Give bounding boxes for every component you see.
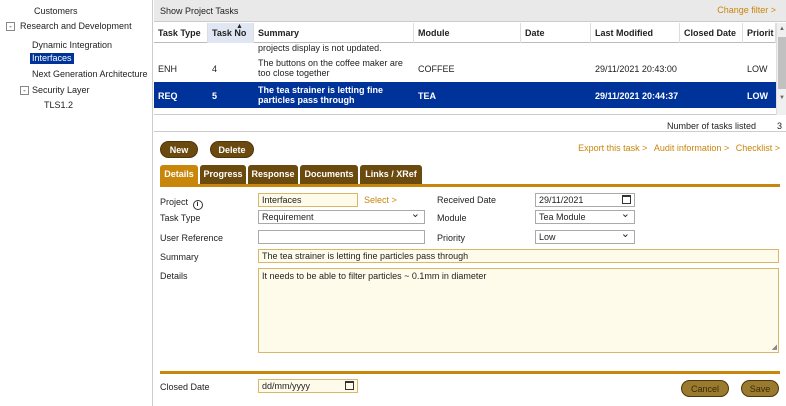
tree-item-research[interactable]: Research and Development xyxy=(20,21,132,32)
calendar-icon[interactable] xyxy=(345,381,354,390)
tree-item-interfaces[interactable]: Interfaces xyxy=(30,53,74,64)
summary-field[interactable]: The tea strainer is letting fine particl… xyxy=(258,249,779,263)
tab-documents[interactable]: Documents xyxy=(300,165,358,184)
table-row[interactable]: ENH 4 The buttons on the coffee maker ar… xyxy=(154,55,776,81)
task-links: Export this task > Audit information > C… xyxy=(574,143,780,153)
col-task-no[interactable]: ▲ Task No xyxy=(208,23,254,43)
collapse-toggle-icon[interactable]: - xyxy=(6,22,15,31)
received-date-label: Received Date xyxy=(437,195,497,205)
delete-button[interactable]: Delete xyxy=(210,141,254,158)
sort-up-icon: ▲ xyxy=(236,23,243,30)
resize-handle-icon[interactable]: ◢ xyxy=(772,343,777,351)
collapse-toggle-icon[interactable]: - xyxy=(20,86,29,95)
module-select[interactable]: Tea Module xyxy=(535,210,635,224)
new-button[interactable]: New xyxy=(160,141,198,158)
grid-header: Task Type ▲ Task No Summary Module Date … xyxy=(154,23,776,43)
tree-item-security-layer[interactable]: Security Layer xyxy=(32,85,90,96)
project-label: Project i xyxy=(160,197,203,210)
col-summary[interactable]: Summary xyxy=(254,23,414,43)
closed-date-placeholder: dd/mm/yyyy xyxy=(262,381,311,391)
col-priority[interactable]: Priorit xyxy=(743,23,776,43)
vertical-scrollbar[interactable]: ▲ ▼ xyxy=(776,23,786,115)
details-textarea[interactable]: It needs to be able to filter particles … xyxy=(258,268,779,353)
tree-item-dynamic-integration[interactable]: Dynamic Integration xyxy=(32,40,112,51)
summary-label: Summary xyxy=(160,252,199,262)
save-button[interactable]: Save xyxy=(741,380,779,397)
task-type-select[interactable]: Requirement xyxy=(258,210,425,224)
row-summary: The tea strainer is letting fine particl… xyxy=(258,85,384,105)
task-grid: Task Type ▲ Task No Summary Module Date … xyxy=(154,23,776,115)
vertical-scroll-thumb[interactable] xyxy=(778,37,786,89)
tab-underline xyxy=(160,184,780,187)
project-label-text: Project xyxy=(160,197,189,207)
list-header: Show Project Tasks Change filter > xyxy=(154,0,786,22)
cancel-button[interactable]: Cancel xyxy=(681,380,729,397)
calendar-icon[interactable] xyxy=(622,195,631,204)
change-filter-link[interactable]: Change filter > xyxy=(717,5,776,15)
closed-date-field[interactable]: dd/mm/yyyy xyxy=(258,379,358,393)
col-module[interactable]: Module xyxy=(414,23,521,43)
tab-links-xref[interactable]: Links / XRef xyxy=(360,165,422,184)
scroll-down-icon[interactable]: ▼ xyxy=(779,95,785,101)
task-count-bar: Number of tasks listed 3 xyxy=(154,118,786,132)
project-field[interactable]: Interfaces xyxy=(258,193,358,207)
module-label: Module xyxy=(437,213,467,223)
table-row-selected[interactable]: REQ 5 The tea strainer is letting fine p… xyxy=(154,82,776,108)
task-count-value: 3 xyxy=(776,121,782,131)
tree-item-next-generation[interactable]: Next Generation Architecture xyxy=(32,69,148,80)
user-reference-label: User Reference xyxy=(160,233,224,243)
row-task-type: REQ xyxy=(158,91,178,101)
tab-details[interactable]: Details xyxy=(160,165,198,184)
col-closed-date[interactable]: Closed Date xyxy=(680,23,743,43)
checklist-link[interactable]: Checklist > xyxy=(736,143,780,153)
tab-progress[interactable]: Progress xyxy=(200,165,246,184)
row-last-modified: 29/11/2021 20:44:37 xyxy=(595,91,679,101)
tree-item-tls[interactable]: TLS1.2 xyxy=(44,100,73,111)
col-last-modified[interactable]: Last Modified xyxy=(591,23,680,43)
footer-divider xyxy=(160,371,780,374)
row-task-no: 4 xyxy=(212,64,218,74)
row-priority: LOW xyxy=(747,91,768,101)
select-project-link[interactable]: Select > xyxy=(364,195,397,205)
row-summary: projects display is not updated. xyxy=(258,43,382,53)
row-module: TEA xyxy=(418,91,436,101)
row-task-type: ENH xyxy=(158,64,178,74)
row-priority: LOW xyxy=(747,64,768,74)
main-panel: Show Project Tasks Change filter > Task … xyxy=(154,0,786,406)
export-task-link[interactable]: Export this task > xyxy=(578,143,647,153)
list-title: Show Project Tasks xyxy=(160,6,239,16)
row-last-modified: 29/11/2021 20:43:00 xyxy=(595,64,677,74)
tab-response[interactable]: Response xyxy=(248,165,298,184)
received-date-field[interactable]: 29/11/2021 xyxy=(535,193,635,207)
task-type-label: Task Type xyxy=(160,213,201,223)
received-date-value: 29/11/2021 xyxy=(539,195,584,205)
row-summary: The buttons on the coffee maker are too … xyxy=(258,58,403,78)
closed-date-label: Closed Date xyxy=(160,382,210,392)
col-date[interactable]: Date xyxy=(521,23,591,43)
project-tree: Customers - Research and Development Dyn… xyxy=(0,0,153,406)
row-task-no: 5 xyxy=(212,91,218,101)
details-label: Details xyxy=(160,271,188,281)
info-icon[interactable]: i xyxy=(192,200,203,210)
col-task-type[interactable]: Task Type xyxy=(154,23,208,43)
audit-information-link[interactable]: Audit information > xyxy=(654,143,729,153)
priority-label: Priority xyxy=(437,233,466,243)
priority-select[interactable]: Low xyxy=(535,230,635,244)
tree-item-customers[interactable]: Customers xyxy=(34,6,78,17)
details-text: It needs to be able to filter particles … xyxy=(262,271,487,281)
user-reference-field[interactable] xyxy=(258,230,425,244)
scroll-up-icon[interactable]: ▲ xyxy=(779,26,785,32)
task-count-label: Number of tasks listed xyxy=(666,121,756,131)
row-module: COFFEE xyxy=(418,64,455,74)
